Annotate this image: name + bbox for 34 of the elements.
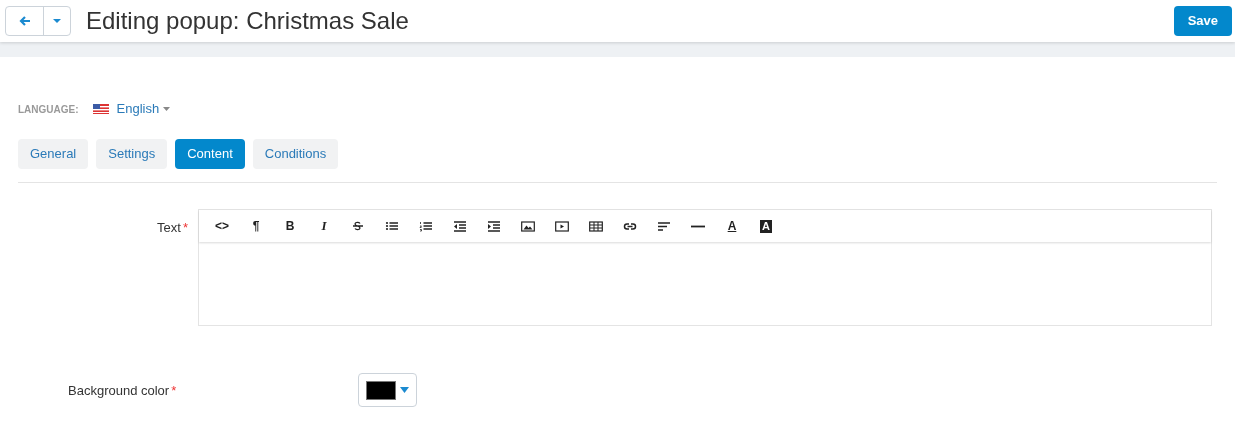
- background-color-button[interactable]: A: [749, 214, 783, 238]
- caret-icon: [53, 19, 61, 23]
- language-dropdown[interactable]: English: [116, 99, 171, 119]
- strikethrough-icon: [351, 219, 365, 233]
- page-title: Editing popup: Christmas Sale: [86, 6, 409, 36]
- tab[interactable]: General: [18, 139, 89, 169]
- align-left-icon: [657, 219, 671, 233]
- rich-text-editor[interactable]: <> ¶ B I A A: [198, 209, 1212, 326]
- italic-button[interactable]: I: [307, 214, 341, 238]
- video-icon: [555, 219, 569, 233]
- caret-icon: [163, 107, 171, 111]
- required-mark: *: [182, 220, 188, 235]
- image-icon: [521, 219, 535, 233]
- required-mark: *: [171, 383, 177, 398]
- caret-icon: [400, 387, 409, 393]
- font-color-button[interactable]: A: [715, 214, 749, 238]
- numbered-list-icon: [419, 219, 433, 233]
- outdent-icon: [453, 219, 467, 233]
- color-picker[interactable]: [358, 373, 417, 407]
- field-label: Background color: [68, 383, 170, 398]
- table-icon: [589, 219, 603, 233]
- language-label: LANGUAGE:: [18, 102, 79, 117]
- bold-button[interactable]: B: [273, 214, 307, 238]
- tab[interactable]: Content: [175, 139, 245, 169]
- indent-icon: [487, 219, 501, 233]
- tab[interactable]: Settings: [96, 139, 168, 169]
- bullet-list-icon: [385, 219, 399, 233]
- toolbar-button[interactable]: ¶: [239, 214, 273, 238]
- back-arrow-icon: [18, 16, 31, 26]
- field-label: Text: [157, 220, 181, 235]
- tab[interactable]: Conditions: [252, 139, 339, 169]
- flag-icon: [92, 104, 109, 114]
- save-button[interactable]: Save: [1173, 6, 1232, 36]
- toolbar-button[interactable]: <>: [205, 214, 239, 238]
